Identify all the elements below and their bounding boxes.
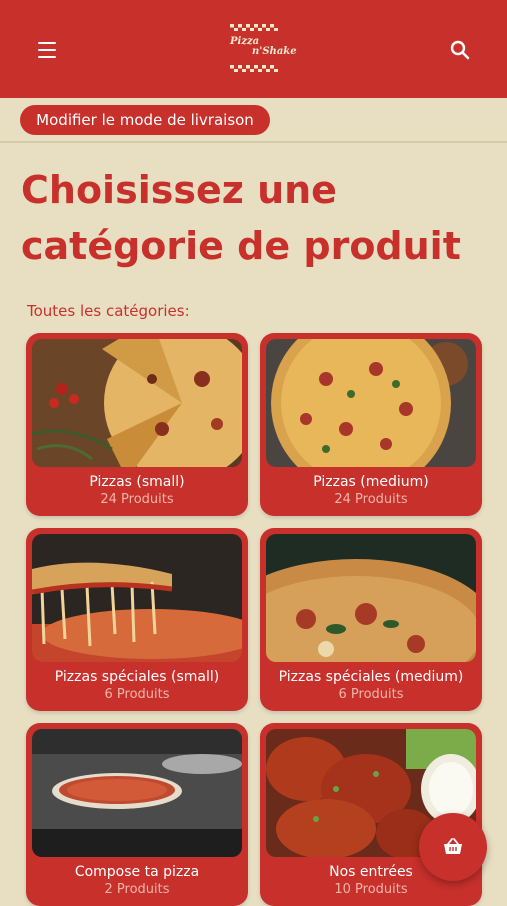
category-card-pizzas-small[interactable]: Pizzas (small) 24 Produits bbox=[26, 333, 248, 516]
category-card-pizzas-medium[interactable]: Pizzas (medium) 24 Produits bbox=[260, 333, 482, 516]
category-product-count: 6 Produits bbox=[104, 687, 170, 702]
category-product-count: 24 Produits bbox=[100, 492, 174, 507]
category-title: Pizzas (medium) bbox=[313, 474, 429, 490]
change-delivery-mode-button[interactable]: Modifier le mode de livraison bbox=[20, 105, 270, 135]
cart-button[interactable] bbox=[419, 813, 487, 881]
category-product-count: 24 Produits bbox=[334, 492, 408, 507]
logo-checker-bottom bbox=[230, 65, 278, 72]
category-image bbox=[32, 534, 242, 662]
logo-text-line2: n'Shake bbox=[252, 46, 297, 57]
basket-icon bbox=[444, 838, 462, 854]
category-product-count: 10 Produits bbox=[334, 882, 408, 897]
brand-logo[interactable]: Pizza n'Shake bbox=[226, 24, 297, 72]
category-card-special-pizzas-small[interactable]: Pizzas spéciales (small) 6 Produits bbox=[26, 528, 248, 711]
category-card-special-pizzas-medium[interactable]: Pizzas spéciales (medium) 6 Produits bbox=[260, 528, 482, 711]
category-product-count: 6 Produits bbox=[338, 687, 404, 702]
page-title: Choisissez une catégorie de produit bbox=[21, 168, 461, 268]
category-title: Compose ta pizza bbox=[74, 864, 200, 880]
category-title: Pizzas (small) bbox=[89, 474, 185, 490]
divider bbox=[0, 141, 507, 143]
category-title: Pizzas spéciales (medium) bbox=[278, 669, 464, 685]
category-image bbox=[266, 339, 476, 467]
category-card-compose-pizza[interactable]: Compose ta pizza 2 Produits bbox=[26, 723, 248, 906]
hamburger-menu-icon[interactable] bbox=[38, 42, 56, 58]
category-image bbox=[32, 339, 242, 467]
category-product-count: 2 Produits bbox=[104, 882, 170, 897]
logo-checker-top bbox=[230, 24, 278, 31]
category-image bbox=[32, 729, 242, 857]
search-icon[interactable] bbox=[449, 39, 471, 61]
section-label: Toutes les catégories: bbox=[27, 302, 190, 320]
top-app-bar: Pizza n'Shake bbox=[0, 0, 507, 98]
category-title: Pizzas spéciales (small) bbox=[54, 669, 220, 685]
category-image bbox=[266, 534, 476, 662]
